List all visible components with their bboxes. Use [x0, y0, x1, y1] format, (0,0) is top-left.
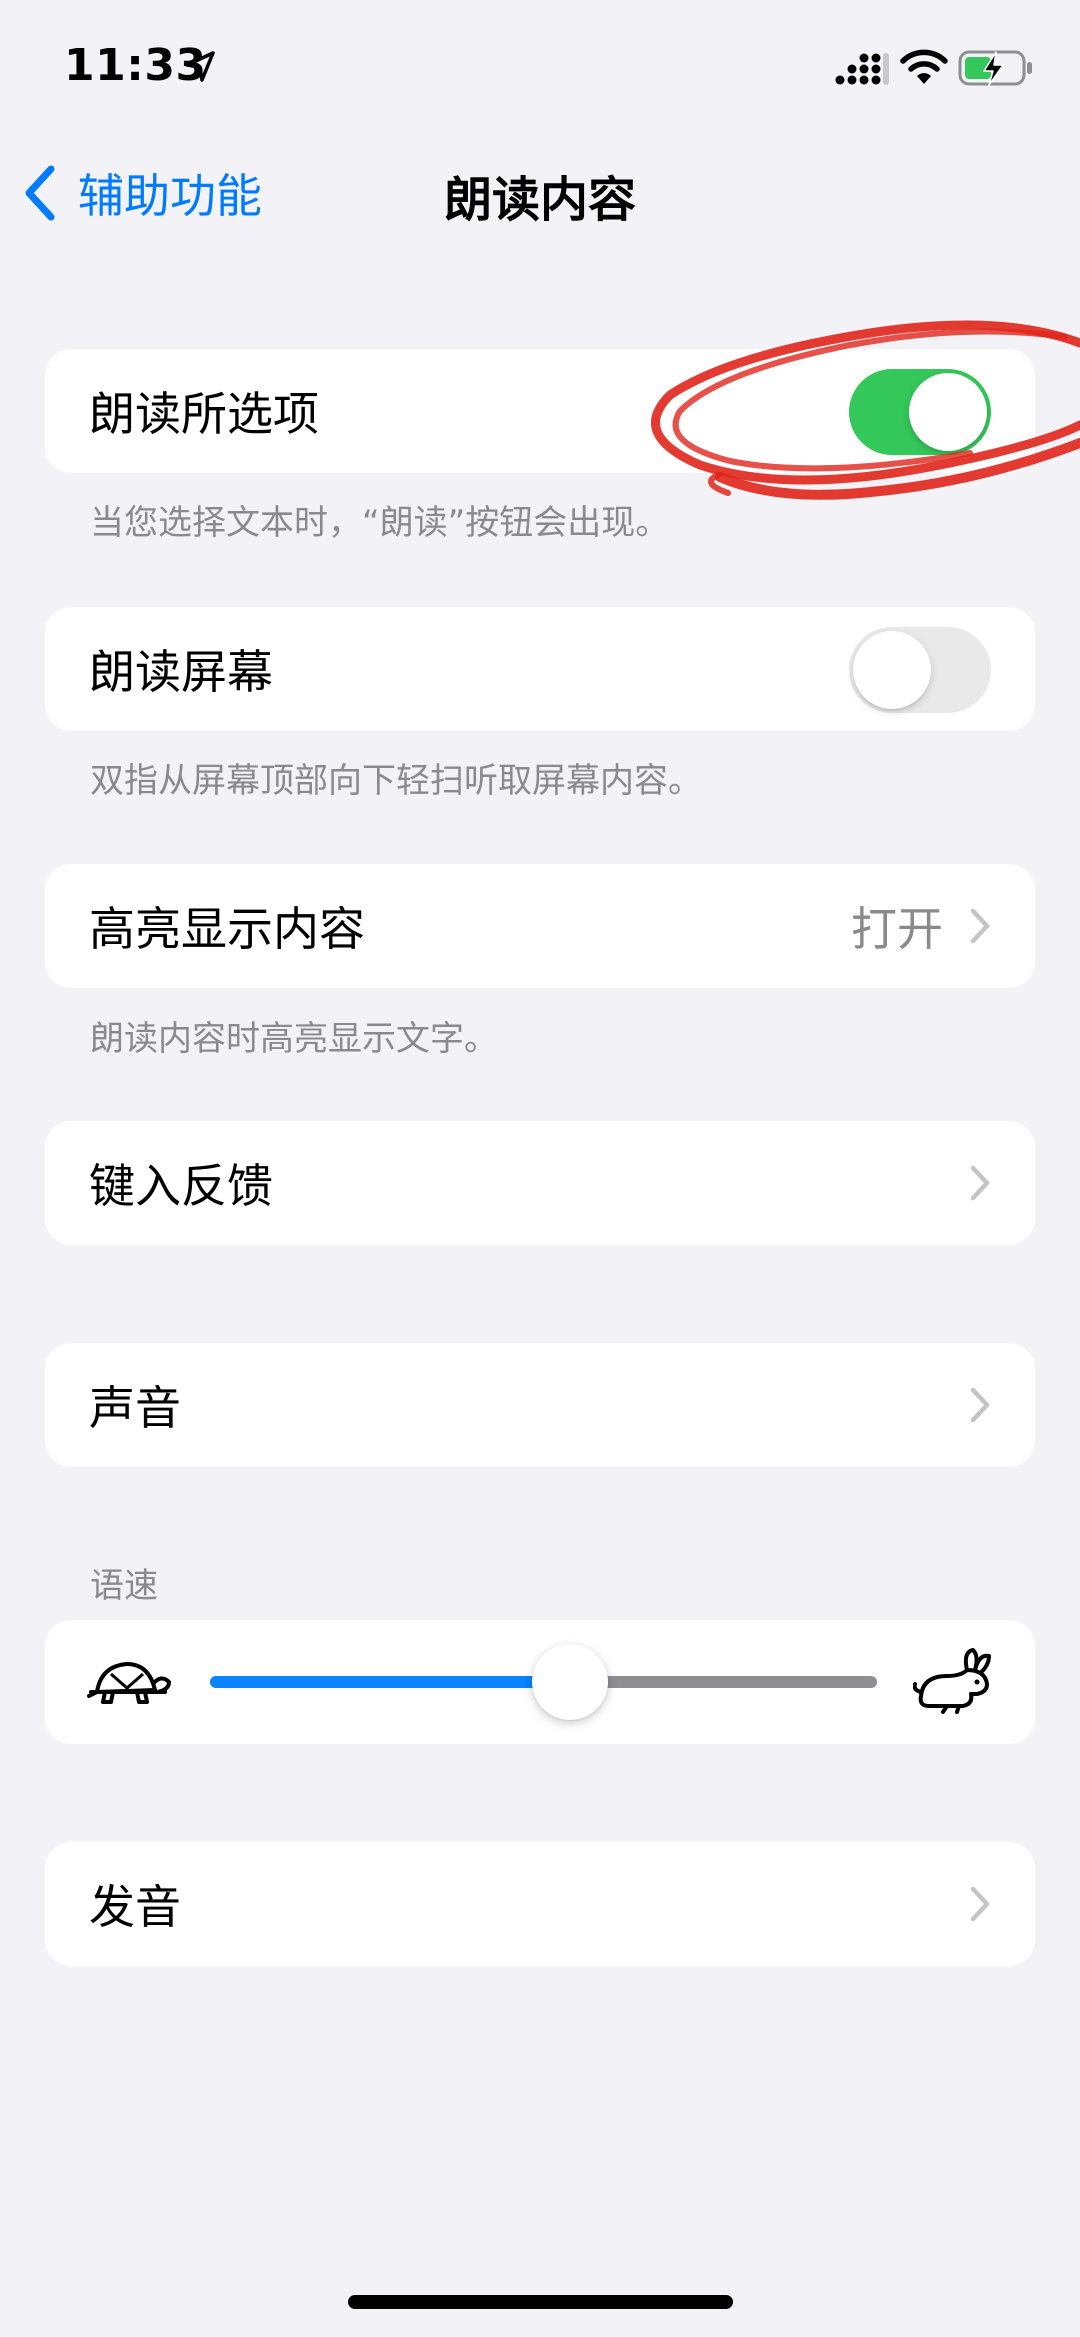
rabbit-icon — [913, 1648, 991, 1714]
page-title: 朗读内容 — [443, 172, 636, 228]
pronunciations-label: 发音 — [89, 1880, 181, 1934]
typing-feedback-label: 键入反馈 — [89, 1159, 273, 1213]
signal-icon — [835, 53, 889, 85]
speak-screen-row: 朗读屏幕 — [45, 607, 1035, 731]
battery-charging-icon — [958, 50, 1032, 86]
voices-label: 声音 — [89, 1381, 181, 1435]
speak-selection-footer: 当您选择文本时，“朗读”按钮会出现。 — [90, 503, 670, 543]
wifi-icon — [900, 49, 948, 84]
speak-screen-toggle[interactable] — [849, 627, 991, 713]
chevron-right-icon — [970, 1387, 990, 1423]
location-arrow-icon — [185, 51, 215, 82]
pronunciations-row[interactable]: 发音 — [45, 1842, 1035, 1966]
highlight-content-value: 打开 — [851, 902, 943, 956]
toggle-knob — [853, 631, 931, 709]
turtle-icon — [87, 1662, 171, 1704]
speak-screen-footer: 双指从屏幕顶部向下轻扫听取屏幕内容。 — [90, 761, 702, 801]
voices-row[interactable]: 声音 — [45, 1343, 1035, 1467]
speak-selection-row: 朗读所选项 — [45, 349, 1035, 473]
status-bar: 11:33 — [0, 0, 1080, 130]
highlight-content-row[interactable]: 高亮显示内容 打开 — [45, 864, 1035, 988]
slider-thumb[interactable] — [532, 1644, 609, 1720]
toggle-knob — [909, 373, 987, 451]
chevron-right-icon — [970, 1165, 990, 1201]
typing-feedback-row[interactable]: 键入反馈 — [45, 1121, 1035, 1245]
highlight-content-label: 高亮显示内容 — [89, 902, 365, 956]
slider-fill — [210, 1676, 571, 1688]
home-indicator[interactable] — [348, 2295, 733, 2309]
chevron-right-icon — [970, 908, 990, 944]
speaking-rate-header: 语速 — [90, 1566, 158, 1606]
highlight-content-footer: 朗读内容时高亮显示文字。 — [90, 1019, 498, 1059]
speak-selection-toggle[interactable] — [849, 369, 991, 455]
speaking-rate-row — [45, 1620, 1035, 1744]
chevron-right-icon — [970, 1886, 990, 1922]
